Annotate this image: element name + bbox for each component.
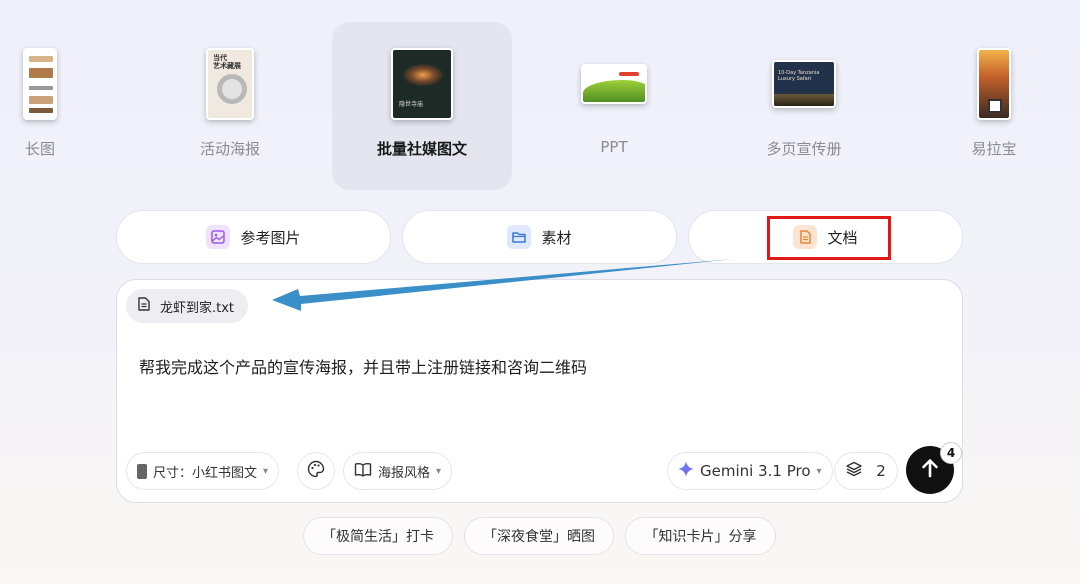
send-count-badge: 4	[940, 442, 962, 464]
batch-social-thumbnail: 隐世寺庙	[391, 48, 453, 120]
prompt-input[interactable]: 帮我完成这个产品的宣传海报，并且带上注册链接和咨询二维码	[139, 354, 587, 378]
size-selector-label: 尺寸：小红书图文	[153, 465, 258, 481]
model-label: Gemini 3.1 Pro	[700, 462, 811, 480]
type-event-poster[interactable]: 当代 艺术藏展 活动海报	[140, 22, 320, 190]
prompt-composer: 龙虾到家.txt 帮我完成这个产品的宣传海报，并且带上注册链接和咨询二维码 尺寸…	[116, 279, 963, 503]
attached-file-chip[interactable]: 龙虾到家.txt	[126, 289, 249, 323]
long-image-thumbnail	[23, 48, 57, 120]
model-selector[interactable]: Gemini 3.1 Pro ▾	[667, 452, 833, 490]
poster-thumb-text: 当代 艺术藏展	[213, 54, 241, 70]
highlight-annotation-box	[767, 216, 891, 260]
suggestion-chip[interactable]: 「极简生活」打卡	[303, 517, 453, 555]
material-tab[interactable]: 素材	[402, 210, 677, 264]
reference-image-label: 参考图片	[240, 228, 301, 247]
layers-icon	[846, 461, 862, 481]
type-label: 易拉宝	[971, 140, 1017, 158]
book-icon	[354, 462, 372, 481]
phone-icon	[137, 463, 147, 479]
type-label: 多页宣传册	[766, 140, 842, 158]
event-poster-thumbnail: 当代 艺术藏展	[206, 48, 254, 120]
palette-button[interactable]	[297, 452, 335, 490]
image-icon	[206, 225, 231, 249]
layers-count-button[interactable]: 2	[834, 452, 898, 490]
poster-style-label: 海报风格	[378, 465, 431, 481]
chevron-down-icon: ▾	[816, 465, 822, 477]
brochure-thumb-text: 10-Day Tanzania Luxury Safari	[778, 70, 820, 82]
gemini-sparkle-icon	[678, 461, 694, 481]
reference-image-tab[interactable]: 参考图片	[116, 210, 391, 264]
rollup-banner-thumbnail	[977, 48, 1011, 120]
type-ppt[interactable]: PPT	[524, 22, 704, 190]
type-label: 长图	[24, 140, 55, 158]
type-rollup-banner[interactable]: 易拉宝	[904, 22, 1080, 190]
attached-file-name: 龙虾到家.txt	[160, 300, 235, 316]
type-label: PPT	[600, 138, 628, 156]
file-icon	[138, 297, 150, 315]
type-batch-social[interactable]: 隐世寺庙 批量社媒图文	[332, 22, 512, 190]
material-label: 素材	[541, 228, 572, 247]
batch-thumb-text: 隐世寺庙	[399, 101, 424, 108]
type-label: 批量社媒图文	[376, 140, 467, 158]
layers-count: 2	[876, 462, 886, 480]
type-label: 活动海报	[199, 140, 260, 158]
arrow-up-icon	[921, 458, 939, 482]
type-brochure[interactable]: 10-Day Tanzania Luxury Safari 多页宣传册	[714, 22, 894, 190]
suggestion-chip[interactable]: 「深夜食堂」晒图	[464, 517, 614, 555]
size-selector[interactable]: 尺寸：小红书图文 ▾	[126, 452, 280, 490]
folder-icon	[507, 225, 532, 249]
suggestion-chip[interactable]: 「知识卡片」分享	[625, 517, 776, 555]
palette-icon	[307, 460, 325, 482]
type-long-image[interactable]: 长图	[0, 22, 130, 190]
brochure-thumbnail: 10-Day Tanzania Luxury Safari	[772, 60, 836, 108]
chevron-down-icon: ▾	[263, 465, 269, 477]
output-type-carousel: 长图 当代 艺术藏展 活动海报 隐世寺庙 批量社媒图文 PPT 10-Day T…	[0, 0, 1080, 200]
ppt-thumbnail	[581, 64, 647, 104]
poster-style-selector[interactable]: 海报风格 ▾	[343, 452, 453, 490]
chevron-down-icon: ▾	[436, 465, 442, 477]
